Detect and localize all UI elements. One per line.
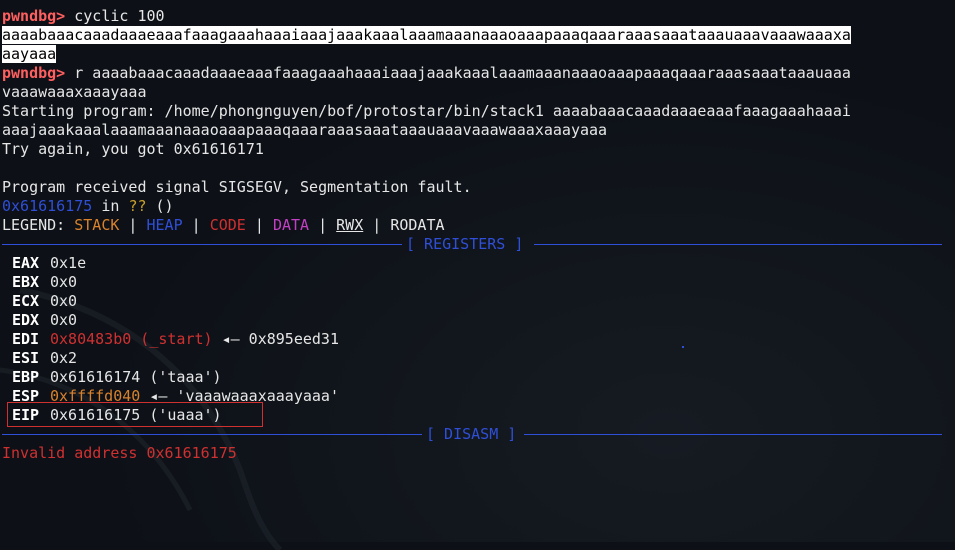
fault-paren: () bbox=[146, 197, 174, 215]
legend-heap: HEAP bbox=[146, 216, 183, 234]
register-name: EDX bbox=[12, 311, 40, 329]
register-name: ESI bbox=[12, 349, 40, 367]
register-row: EDI 0x80483b0 (_start) ◂— 0x895eed31 bbox=[2, 330, 952, 349]
terminal-line: Starting program: /home/phongnguyen/bof/… bbox=[2, 102, 952, 121]
command-text: cyclic 100 bbox=[65, 7, 165, 25]
register-name: EBX bbox=[12, 273, 40, 291]
terminal-line: Try again, you got 0x61616171 bbox=[2, 140, 952, 159]
command-continuation: vaaawaaaxaaayaaa bbox=[2, 83, 147, 101]
legend-separator: | bbox=[182, 216, 210, 234]
register-name: EDI bbox=[12, 330, 40, 348]
register-value: 0x0 bbox=[50, 273, 78, 291]
register-value: 0x0 bbox=[50, 311, 78, 329]
register-row: ECX 0x0 bbox=[2, 292, 952, 311]
register-value: 0x80483b0 (_start) bbox=[50, 330, 213, 348]
terminal-output: pwndbg> cyclic 100 pwndbg> cyclic 100 aa… bbox=[2, 0, 952, 463]
register-row: ESI 0x2 bbox=[2, 349, 952, 368]
separator-rule bbox=[2, 244, 402, 245]
legend-separator: | bbox=[119, 216, 147, 234]
legend-separator: | bbox=[309, 216, 337, 234]
register-value: 0x0 bbox=[50, 292, 78, 310]
selected-text[interactable]: aayaaa bbox=[2, 45, 57, 63]
signal-message: Program received signal SIGSEGV, Segment… bbox=[2, 178, 472, 196]
separator-rule bbox=[2, 434, 422, 435]
prompt: pwndbg> bbox=[2, 7, 66, 25]
register-row: EBX 0x0 bbox=[2, 273, 952, 292]
register-name: EAX bbox=[12, 254, 40, 272]
legend-data: DATA bbox=[272, 216, 310, 234]
register-row: EBP 0x61616174 ('taaa') bbox=[2, 368, 952, 387]
registers-title: [ REGISTERS ] bbox=[406, 235, 524, 253]
legend-rwx: RWX bbox=[336, 216, 364, 234]
disasm-title: [ DISASM ] bbox=[426, 425, 517, 443]
terminal-line: Program received signal SIGSEGV, Segment… bbox=[2, 178, 952, 197]
fault-in-text: in bbox=[92, 197, 129, 215]
prompt: pwndbg> bbox=[2, 64, 66, 82]
legend-separator: | bbox=[245, 216, 273, 234]
fault-address: 0x61616175 bbox=[2, 197, 93, 215]
terminal-line: aaajaaakaaalaaamaaanaaaoaaapaaaqaaaraaas… bbox=[2, 121, 952, 140]
selected-text[interactable]: aaaabaaacaaadaaaeaaafaaagaaahaaaiaaajaaa… bbox=[2, 26, 851, 44]
legend-separator: | bbox=[363, 216, 391, 234]
program-output: Try again, you got 0x61616171 bbox=[2, 140, 264, 158]
legend-label: LEGEND: bbox=[2, 216, 75, 234]
command-text: r aaaabaaacaaadaaaeaaafaaagaaahaaaiaaaja… bbox=[65, 64, 851, 82]
stray-pixel bbox=[682, 346, 684, 348]
eip-highlight-box bbox=[7, 402, 263, 427]
unknown-symbol: ?? bbox=[128, 197, 147, 215]
program-start-text: aaajaaakaaalaaamaaanaaaoaaapaaaqaaaraaas… bbox=[2, 121, 608, 139]
register-value: 0x1e bbox=[50, 254, 87, 272]
disasm-line: Invalid address 0x61616175 bbox=[2, 444, 952, 463]
legend-rodata: RODATA bbox=[390, 216, 445, 234]
fault-location-line: 0x61616175 in ?? () bbox=[2, 197, 952, 216]
disasm-error: Invalid address 0x61616175 bbox=[2, 444, 237, 462]
register-value: 0x2 bbox=[50, 349, 78, 367]
separator-rule bbox=[534, 244, 942, 245]
register-value: 0x61616174 ('taaa') bbox=[50, 368, 222, 386]
terminal-line: pwndbg> cyclic 100 bbox=[2, 7, 952, 26]
register-row: EAX 0x1e bbox=[2, 254, 952, 273]
disasm-separator: [ DISASM ] bbox=[2, 425, 952, 444]
separator-rule bbox=[524, 434, 942, 435]
cyclic-output-line[interactable]: aaaabaaacaaadaaaeaaafaaagaaahaaaiaaajaaa… bbox=[2, 26, 952, 45]
register-name: EBP bbox=[12, 368, 40, 386]
register-row: EDX 0x0 bbox=[2, 311, 952, 330]
register-deref: ◂— 0x895eed31 bbox=[212, 330, 339, 348]
legend-code: CODE bbox=[209, 216, 246, 234]
terminal-line: pwndbg> r aaaabaaacaaadaaaeaaafaaagaaaha… bbox=[2, 64, 952, 83]
legend-line: LEGEND: STACK | HEAP | CODE | DATA | RWX… bbox=[2, 216, 952, 235]
terminal-line: vaaawaaaxaaayaaa bbox=[2, 83, 952, 102]
cyclic-output-line[interactable]: aayaaa bbox=[2, 45, 952, 64]
program-start-text: Starting program: /home/phongnguyen/bof/… bbox=[2, 102, 851, 120]
register-name: ECX bbox=[12, 292, 40, 310]
registers-separator: [ REGISTERS ] bbox=[2, 235, 952, 254]
legend-stack: STACK bbox=[74, 216, 120, 234]
